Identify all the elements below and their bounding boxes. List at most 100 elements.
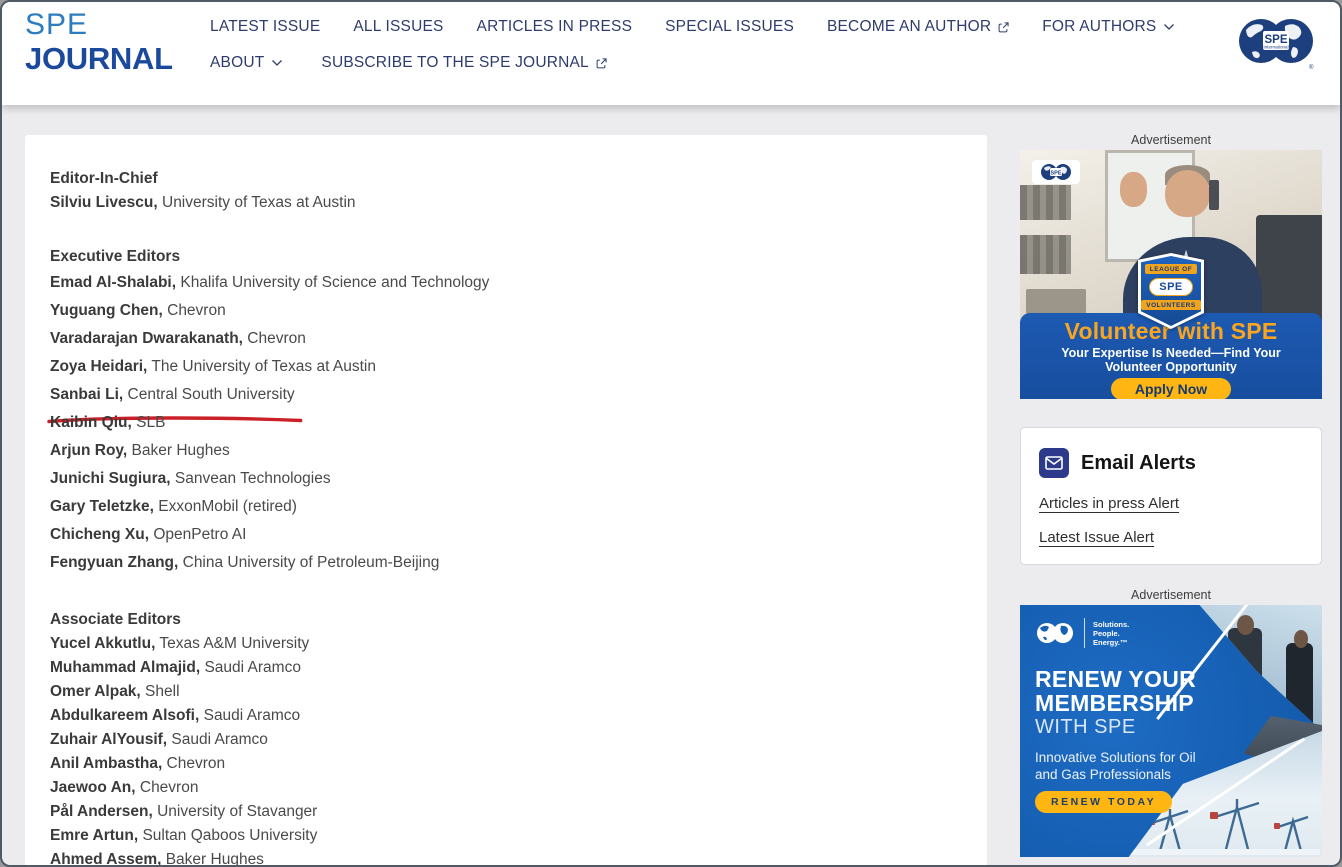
envelope-icon (1039, 448, 1069, 478)
editor-row: Anil Ambastha, Chevron (50, 752, 957, 776)
ad-headline: RENEW YOUR MEMBERSHIP WITH SPE (1035, 667, 1196, 739)
photo-figure-head (1294, 630, 1308, 648)
editor-affiliation: Chevron (163, 302, 226, 319)
editor-affiliation: Chevron (243, 330, 306, 347)
nav-item-label: FOR AUTHORS (1042, 18, 1156, 36)
editor-row: Silviu Livescu, University of Texas at A… (50, 191, 957, 215)
editor-affiliation: The University of Texas at Austin (147, 358, 376, 375)
editor-row: Omer Alpak, Shell (50, 680, 957, 704)
editor-name: Jaewoo An, (50, 779, 136, 796)
apply-now-button[interactable]: Apply Now (1111, 378, 1231, 399)
photo-person-head (1165, 170, 1210, 217)
nav-item-for-authors[interactable]: FOR AUTHORS (1042, 18, 1175, 36)
page: SPE JOURNAL LATEST ISSUE ALL ISSUES ARTICL… (0, 0, 1342, 867)
nav-item-all-issues[interactable]: ALL ISSUES (353, 18, 443, 36)
editor-affiliation: SLB (132, 414, 166, 431)
editor-name: Junichi Sugiura, (50, 470, 171, 487)
journal-logo-line1: SPE (25, 10, 173, 40)
nav-item-articles-in-press[interactable]: ARTICLES IN PRESS (477, 18, 633, 36)
advertisement-label-bottom: Advertisement (1020, 588, 1322, 602)
editor-name: Anil Ambastha, (50, 755, 162, 772)
editor-affiliation: Sanvean Technologies (171, 470, 331, 487)
chevron-down-icon (271, 59, 283, 67)
editor-row: Emad Al-Shalabi, Khalifa University of S… (50, 269, 957, 297)
editor-name: Emre Artun, (50, 827, 138, 844)
nav-item-label: ARTICLES IN PRESS (477, 18, 633, 36)
nav-item-label: ABOUT (210, 54, 264, 72)
editor-affiliation: Texas A&M University (155, 635, 309, 652)
editorial-board-card: Editor-In-ChiefSilviu Livescu, Universit… (25, 135, 987, 867)
spe-logo-text: SPE (1050, 170, 1061, 176)
badge-top-text: LEAGUE OF (1145, 264, 1197, 274)
editor-affiliation: OpenPetro AI (149, 526, 246, 543)
photo-binders (1020, 235, 1071, 275)
latest-issue-alert-link[interactable]: Latest Issue Alert (1039, 529, 1154, 546)
spe-logo-subtext: International (1263, 45, 1288, 50)
ad-subtitle: Innovative Solutions for Oil and Gas Pro… (1035, 749, 1220, 783)
league-of-volunteers-badge: LEAGUE OF SPE VOLUNTEERS (1138, 253, 1204, 329)
volunteer-ad-banner[interactable]: SPE LEAGUE OF SPE VOLUNTEERS Volunteer w… (1020, 150, 1322, 399)
editor-name: Muhammad Almajid, (50, 659, 200, 676)
editor-name: Emad Al-Shalabi, (50, 274, 176, 291)
editor-row: Junichi Sugiura, Sanvean Technologies (50, 465, 957, 493)
nav-item-label: ALL ISSUES (353, 18, 443, 36)
editor-row: Pål Andersen, University of Stavanger (50, 800, 957, 824)
ad-headline-line3: WITH SPE (1035, 715, 1196, 739)
photo-tray (1026, 289, 1086, 314)
editor-name: Silviu Livescu, (50, 194, 158, 211)
editor-affiliation: Baker Hughes (127, 442, 230, 459)
editor-row: Kaibin Qiu, SLB (50, 409, 957, 437)
tagline-line: Solutions. (1093, 620, 1129, 629)
journal-logo-line2: JOURNAL (25, 43, 173, 74)
nav-item-label: BECOME AN AUTHOR (827, 18, 991, 36)
editor-name: Omer Alpak, (50, 683, 141, 700)
nav-item-special-issues[interactable]: SPECIAL ISSUES (665, 18, 794, 36)
chevron-down-icon (1163, 23, 1175, 31)
editor-row: Arjun Roy, Baker Hughes (50, 437, 957, 465)
ad-headline-line1: RENEW YOUR (1035, 667, 1196, 691)
editor-row: Fengyuan Zhang, China University of Petr… (50, 549, 957, 577)
nav-item-label: SPECIAL ISSUES (665, 18, 794, 36)
editor-name: Pål Andersen, (50, 803, 153, 820)
editor-name: Chicheng Xu, (50, 526, 149, 543)
editor-name: Zuhair AlYousif, (50, 731, 167, 748)
editor-section: Executive EditorsEmad Al-Shalabi, Khalif… (50, 245, 957, 577)
editor-name: Arjun Roy, (50, 442, 127, 459)
nav-row-1: LATEST ISSUE ALL ISSUES ARTICLES IN PRESS S… (210, 18, 1175, 36)
nav-item-latest-issue[interactable]: LATEST ISSUE (210, 18, 320, 36)
editor-name: Zoya Heidari, (50, 358, 147, 375)
spe-international-logo[interactable]: SPE International ® (1238, 14, 1314, 77)
photo-figure (1286, 643, 1313, 731)
editor-name: Yuguang Chen, (50, 302, 163, 319)
editor-row: Emre Artun, Sultan Qaboos University (50, 824, 957, 848)
renew-membership-ad-banner[interactable]: Solutions. People. Energy.™ RENEW YOUR M… (1020, 605, 1322, 857)
editor-affiliation: Khalifa University of Science and Techno… (176, 274, 489, 291)
tagline-line: Energy.™ (1093, 638, 1129, 647)
editor-row: Zuhair AlYousif, Saudi Aramco (50, 728, 957, 752)
editor-affiliation: Saudi Aramco (167, 731, 268, 748)
section-title: Editor-In-Chief (50, 167, 957, 191)
editor-affiliation: Baker Hughes (161, 851, 264, 867)
nav-item-become-an-author[interactable]: BECOME AN AUTHOR (827, 18, 1009, 36)
articles-in-press-alert-link[interactable]: Articles in press Alert (1039, 495, 1179, 512)
renew-today-button[interactable]: RENEW TODAY (1035, 791, 1172, 813)
editor-affiliation: Central South University (123, 386, 294, 403)
editor-section: Associate EditorsYucel Akkutlu, Texas A&… (50, 608, 957, 867)
nav-item-subscribe-to-the-spe-journal[interactable]: SUBSCRIBE TO THE SPE JOURNAL (321, 54, 606, 72)
editor-affiliation: Saudi Aramco (199, 707, 300, 724)
section-title: Executive Editors (50, 245, 957, 269)
advertisement-label-top: Advertisement (1020, 133, 1322, 147)
email-alerts-title: Email Alerts (1081, 452, 1196, 475)
editor-name: Kaibin Qiu, (50, 414, 132, 431)
spe-logo-small: Solutions. People. Energy.™ (1034, 618, 1129, 648)
editor-row: Muhammad Almajid, Saudi Aramco (50, 656, 957, 680)
editor-affiliation: China University of Petroleum-Beijing (178, 554, 439, 571)
nav-item-about[interactable]: ABOUT (210, 54, 283, 72)
editor-name: Gary Teletzke, (50, 498, 154, 515)
photo-binders (1020, 185, 1071, 220)
editor-affiliation: University of Stavanger (153, 803, 318, 820)
editor-sections: Editor-In-ChiefSilviu Livescu, Universit… (50, 167, 957, 867)
editor-name: Abdulkareem Alsofi, (50, 707, 199, 724)
editor-affiliation: Shell (141, 683, 180, 700)
journal-logo[interactable]: SPE JOURNAL (25, 10, 173, 74)
